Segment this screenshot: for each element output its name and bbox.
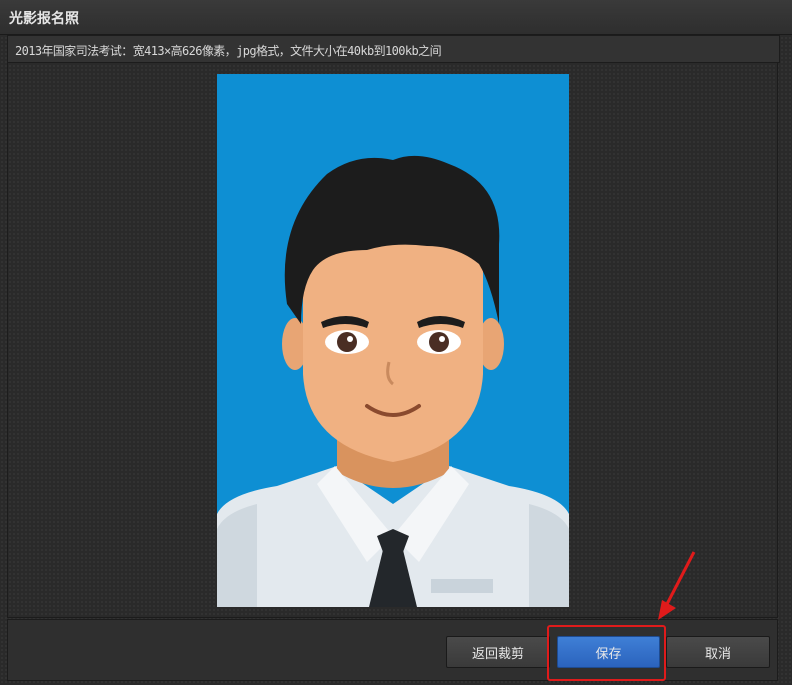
avatar-illustration [217,74,569,607]
id-photo [217,74,569,607]
dialog-window: 光影报名照 2013年国家司法考试：宽413×高626像素，jpg格式，文件大小… [0,0,792,685]
requirement-bar: 2013年国家司法考试：宽413×高626像素，jpg格式，文件大小在40kb到… [7,35,780,63]
cancel-button[interactable]: 取消 [666,636,770,668]
title-bar: 光影报名照 [0,0,792,35]
save-highlight-box [547,625,666,681]
red-arrow-icon [658,551,696,620]
back-to-crop-button[interactable]: 返回裁剪 [446,636,550,668]
window-title: 光影报名照 [9,11,79,27]
requirement-text: 2013年国家司法考试：宽413×高626像素，jpg格式，文件大小在40kb到… [15,44,442,58]
